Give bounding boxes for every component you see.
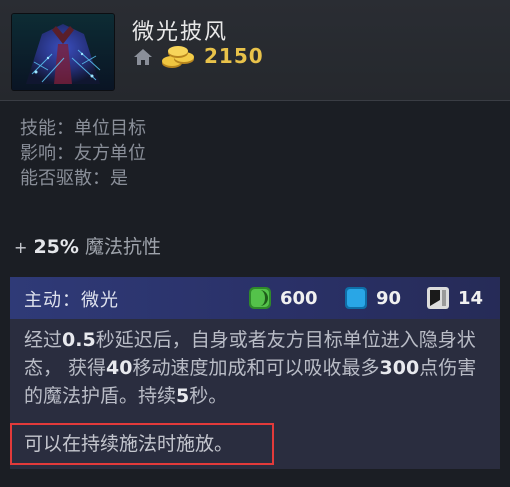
item-name: 微光披风 — [132, 20, 229, 45]
bonus-plus: + — [14, 238, 28, 257]
ability-description: 经过0.5秒延迟后，自身或者友方目标单位进入隐身状态， 获得40移动速度加成和可… — [24, 329, 477, 407]
bonus-value: 25% — [33, 236, 79, 258]
glimmer-cape-icon — [12, 14, 114, 90]
item-header: 微光披风 2150 — [0, 0, 510, 100]
ability-description-box: 经过0.5秒延迟后，自身或者友方目标单位进入隐身状态， 获得40移动速度加成和可… — [10, 319, 500, 469]
mana-value: 90 — [376, 287, 402, 309]
cooldown-icon — [249, 287, 271, 309]
channel-note: 可以在持续施法时施放。 — [24, 433, 234, 455]
active-ability-bar: 主动：微光 600 90 14 — [10, 277, 500, 319]
bonus-stat: + 25% 魔法抗性 — [14, 232, 161, 259]
dispellable-line: 能否驱散：是 — [20, 168, 128, 189]
charges-value: 14 — [458, 287, 484, 309]
header-divider — [0, 100, 510, 101]
mana-icon — [345, 287, 367, 309]
charges-stat: 14 — [426, 286, 483, 310]
active-ability-title: 主动：微光 — [24, 290, 119, 311]
cooldown-stat: 600 — [248, 286, 318, 310]
cooldown-value: 600 — [280, 287, 318, 309]
affects-line: 影响：友方单位 — [20, 143, 146, 164]
ability-info: 技能：单位目标 影响：友方单位 能否驱散：是 — [20, 116, 146, 191]
home-shop-icon — [132, 46, 154, 68]
gold-coins-icon — [160, 44, 198, 70]
bonus-label: 魔法抗性 — [84, 236, 161, 258]
item-cost: 2150 — [204, 44, 264, 68]
charges-icon — [427, 287, 449, 309]
ability-target-line: 技能：单位目标 — [20, 118, 146, 139]
mana-stat: 90 — [344, 286, 401, 310]
